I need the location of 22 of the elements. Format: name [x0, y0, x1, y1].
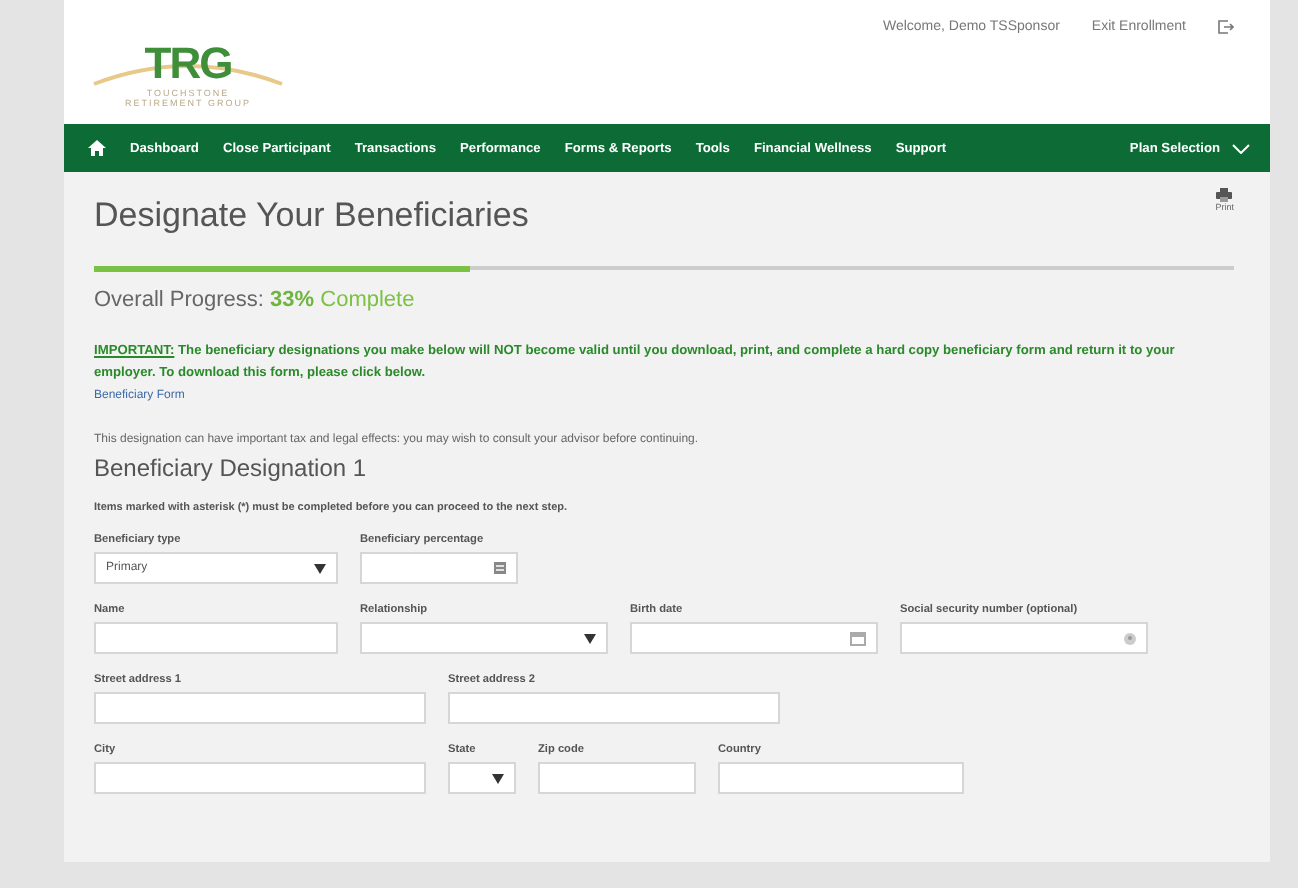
page-title: Designate Your Beneficiaries [94, 196, 529, 236]
input-field[interactable] [360, 552, 518, 584]
input-field[interactable] [94, 762, 426, 794]
dropdown-field[interactable] [448, 762, 516, 794]
input-field[interactable] [630, 622, 878, 654]
input-field[interactable] [448, 692, 780, 724]
calendar-icon [850, 631, 866, 645]
input-field[interactable] [94, 692, 426, 724]
dropdown-caret-icon [314, 563, 326, 573]
dropdown-field[interactable] [360, 622, 608, 654]
dropdown-caret-icon [584, 633, 596, 643]
progress-text: Overall Progress: 33% Complete [94, 288, 417, 312]
section-heading: Beneficiary Designation 1 [94, 454, 369, 482]
input-field[interactable] [900, 622, 1148, 654]
input-field[interactable] [718, 762, 964, 794]
input-field[interactable] [538, 762, 696, 794]
home-icon[interactable] [88, 140, 106, 156]
input-field[interactable] [94, 622, 338, 654]
chevron-down-icon [1232, 143, 1250, 153]
dropdown-caret-icon [492, 773, 504, 783]
calculator-icon [494, 562, 506, 574]
exit-icon[interactable] [1218, 20, 1234, 34]
